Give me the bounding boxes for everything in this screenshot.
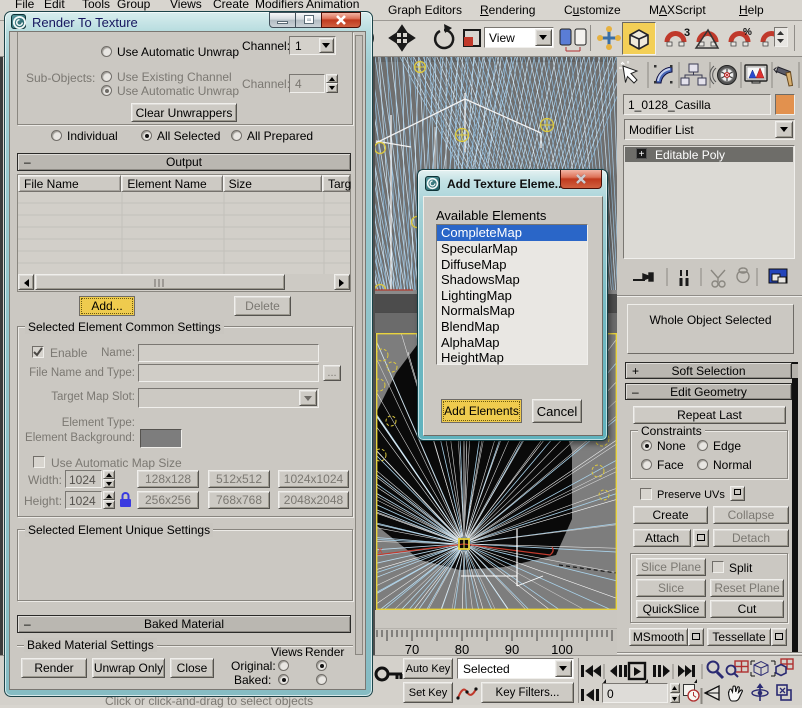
svg-text:90: 90 <box>505 642 519 656</box>
svg-text:x: x <box>378 545 383 555</box>
svg-text:%: % <box>743 27 752 38</box>
svg-text:100: 100 <box>551 642 573 656</box>
svg-text:80: 80 <box>455 642 469 656</box>
svg-text:70: 70 <box>405 642 419 656</box>
svg-text:3: 3 <box>684 27 690 39</box>
